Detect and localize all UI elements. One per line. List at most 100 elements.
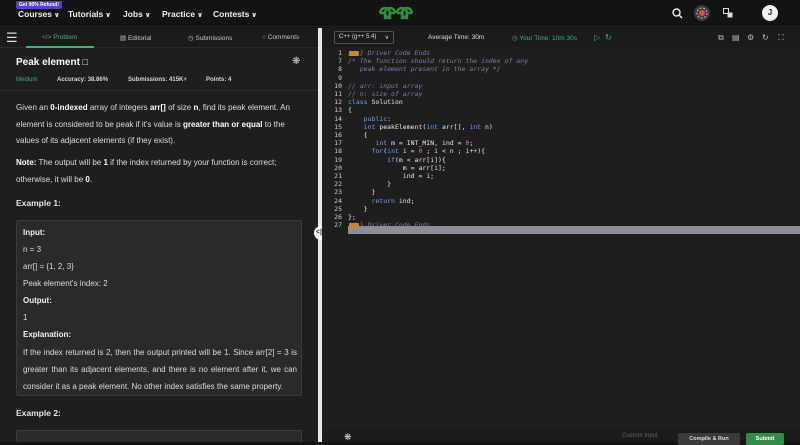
code-line[interactable]: for(int i = 0 ; i < n ; i++){	[348, 147, 485, 155]
gfg-logo-icon[interactable]	[376, 4, 416, 22]
example-1-box: Input: n = 3 arr[] = {1, 2, 3} Peak elem…	[16, 220, 302, 396]
line-number: 7	[338, 57, 342, 66]
line-number: 14	[334, 114, 342, 123]
bookmark-icon[interactable]: □	[80, 57, 87, 67]
code-icon: </>	[42, 34, 54, 41]
line-number: 11	[334, 90, 342, 98]
problem-title: Peak element □	[16, 57, 88, 68]
settings-icon[interactable]: ⚙	[747, 33, 754, 42]
explanation-text: If the index returned is 2, then the out…	[23, 348, 297, 391]
nav-practice[interactable]: Practice ∨	[162, 9, 203, 19]
problem-panel: Peak element □ ❋ Medium Accuracy: 38.86%…	[0, 48, 318, 442]
folded-code-marker[interactable]	[349, 222, 359, 228]
problem-note: Note: The output will be 1 if the index …	[16, 158, 277, 184]
example-2-heading: Example 2:	[16, 408, 61, 418]
nav-contests[interactable]: Contests ∨	[213, 9, 257, 19]
input-peak: Peak element's index: 2	[23, 279, 108, 288]
code-line[interactable]: int m = INT_MIN, ind = 0;	[348, 139, 473, 147]
play-icon[interactable]: ▷	[594, 33, 600, 42]
tab-editorial[interactable]: ▤ Editorial	[120, 34, 151, 42]
submit-button[interactable]: Submit	[746, 433, 784, 445]
example-1-heading: Example 1:	[16, 198, 61, 208]
code-line[interactable]: /* The function should return the index …	[348, 57, 528, 65]
line-number: 1	[338, 49, 342, 57]
code-line[interactable]: }	[348, 205, 368, 213]
code-line[interactable]: {	[348, 106, 352, 114]
line-number: 16	[334, 131, 342, 139]
theme-toggle[interactable]	[694, 5, 710, 21]
tab-problem[interactable]: </> Problem	[42, 34, 77, 41]
document-icon: ▤	[120, 35, 128, 42]
chevron-down-icon: ∨	[54, 12, 60, 19]
tab-comments[interactable]: ○ Comments	[262, 34, 299, 41]
code-line[interactable]: class Solution	[348, 98, 403, 106]
output-value: 1	[23, 313, 28, 322]
tab-submissions[interactable]: ◷ Submissions	[188, 34, 232, 42]
upload-icon[interactable]: ▤	[732, 33, 740, 42]
code-editor[interactable]: 1 // } Driver Code Ends 7 /* The function s…	[322, 47, 800, 430]
top-navbar: Get 90% Refund! Courses ∨ Tutorials ∨ Jobs…	[0, 0, 800, 27]
chevron-down-icon: ∨	[384, 35, 389, 41]
code-line[interactable]: {	[348, 131, 368, 139]
problem-description: Given an 0-indexed array of integers arr…	[16, 103, 290, 145]
gear-icon	[696, 7, 708, 19]
line-number: 17	[334, 139, 342, 148]
line-number: 13	[334, 106, 342, 115]
average-time: Average Time: 30m	[428, 34, 485, 41]
avatar[interactable]: J	[762, 5, 778, 21]
code-line[interactable]: }	[348, 188, 375, 196]
line-number: 24	[334, 196, 342, 205]
code-line[interactable]: peak element present in the array */	[348, 65, 501, 73]
chat-bot-icon[interactable]: ❋	[344, 432, 352, 443]
line-number: 20	[334, 163, 342, 172]
code-line[interactable]: // arr: input array	[348, 82, 422, 90]
code-line[interactable]: // } Driver Code Ends	[348, 49, 430, 57]
code-line[interactable]: ind = i;	[348, 172, 434, 180]
code-line[interactable]: }	[348, 180, 391, 188]
menu-icon[interactable]: ☰	[6, 30, 18, 46]
chevron-down-icon: ∨	[105, 12, 111, 19]
search-icon[interactable]	[672, 8, 683, 19]
code-line[interactable]: return ind;	[348, 197, 414, 205]
explanation-label: Explanation:	[23, 330, 72, 339]
report-bug-icon[interactable]: ❋	[292, 56, 300, 67]
code-line[interactable]: };	[348, 213, 356, 221]
points: Points: 4	[206, 77, 232, 83]
refresh-icon[interactable]: ↻	[762, 33, 769, 42]
difficulty-badge: Medium	[16, 77, 38, 83]
line-number: 19	[334, 155, 342, 164]
fullscreen-icon[interactable]: ⛶	[778, 33, 784, 43]
accuracy: Accuracy: 38.86%	[57, 77, 109, 83]
line-number: 12	[334, 98, 342, 107]
custom-input-toggle[interactable]: Custom Input	[622, 433, 658, 439]
translate-icon[interactable]	[723, 8, 733, 18]
reset-timer-icon[interactable]: ↻	[605, 33, 612, 42]
example-2-box	[16, 430, 302, 442]
language-select[interactable]: C++ (g++ 5.4) ∨	[334, 31, 394, 44]
code-line[interactable]: public:	[348, 115, 391, 123]
code-line[interactable]: // } Driver Code Ends	[348, 221, 430, 229]
output-label: Output:	[23, 296, 52, 305]
nav-jobs[interactable]: Jobs ∨	[123, 9, 151, 19]
line-number: 26	[334, 213, 342, 221]
chevron-down-icon: ∨	[197, 12, 203, 19]
copy-icon[interactable]: ⧉	[718, 33, 724, 43]
code-line[interactable]: int peakElement(int arr[], int n)	[348, 123, 493, 131]
line-number: 18	[334, 147, 342, 156]
nav-tutorials[interactable]: Tutorials ∨	[68, 9, 111, 19]
input-label: Input:	[23, 228, 46, 237]
code-line[interactable]: m = arr[i];	[348, 164, 446, 172]
line-number: 10	[334, 81, 342, 90]
input-n: n = 3	[23, 245, 42, 254]
folded-code-marker[interactable]	[349, 50, 359, 56]
line-number: 27	[334, 221, 342, 230]
problem-tabbar: ☰ </> Problem ▤ Editorial ◷ Submissions …	[0, 28, 318, 48]
your-time: ◷ Your Time: 10m 30s	[512, 35, 577, 42]
line-number: 25	[334, 204, 342, 213]
compile-run-button[interactable]: Compile & Run	[678, 433, 740, 445]
line-number: 9	[338, 73, 342, 82]
promo-badge[interactable]: Get 90% Refund!	[16, 1, 63, 9]
code-line[interactable]: if(m < arr[i]){	[348, 156, 446, 164]
code-line[interactable]: // n: size of array	[348, 90, 422, 98]
nav-courses[interactable]: Courses ∨	[18, 9, 60, 19]
